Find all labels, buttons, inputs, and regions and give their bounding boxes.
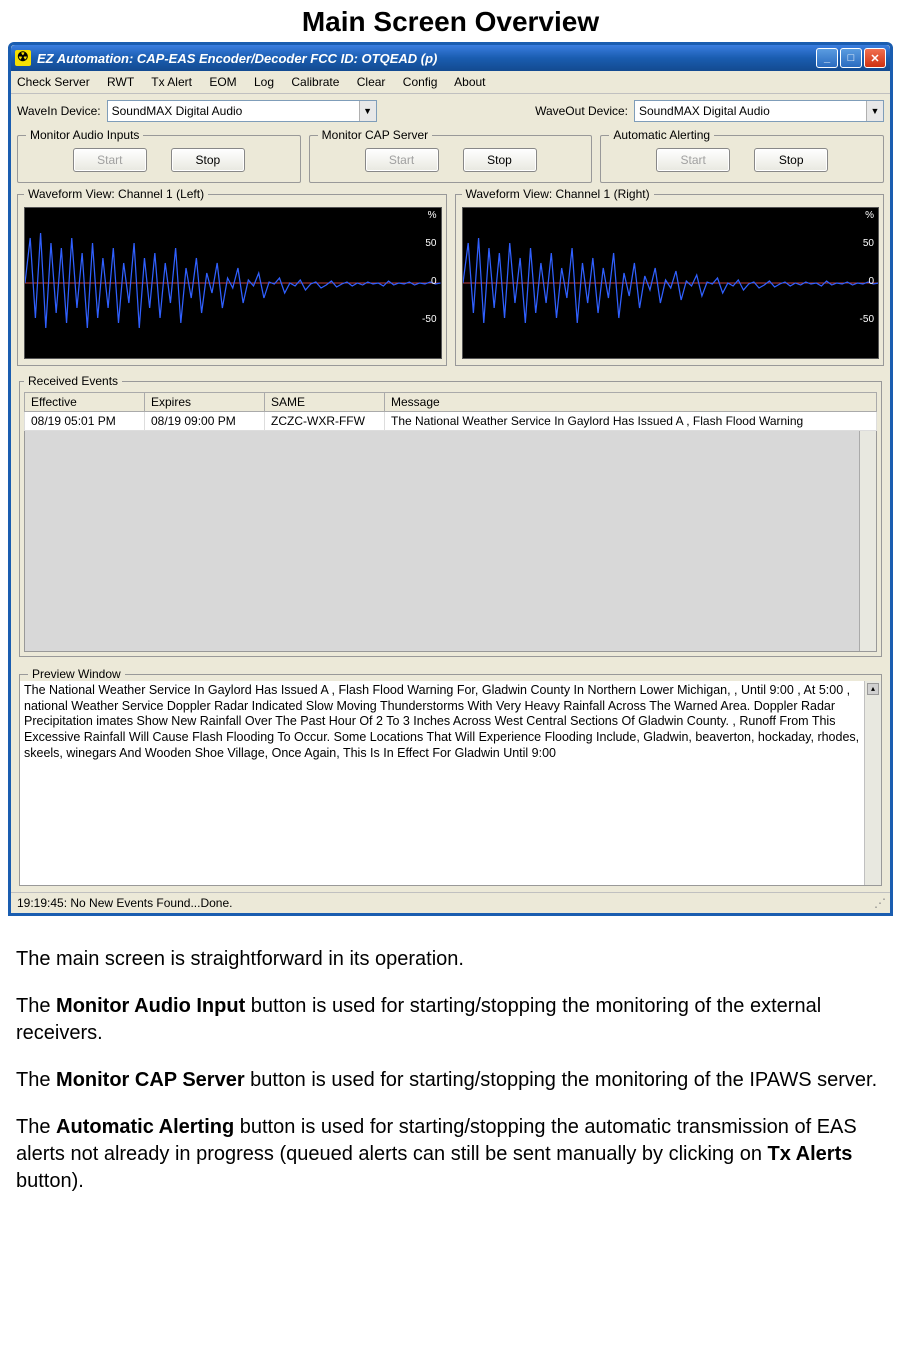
tick-zero: 0: [431, 276, 437, 287]
app-icon: [15, 50, 31, 66]
tick-p50: 50: [863, 238, 874, 249]
cap-start-button[interactable]: Start: [365, 148, 439, 172]
close-button[interactable]: ✕: [864, 48, 886, 68]
tick-m50: -50: [860, 314, 874, 325]
dropdown-arrow-icon: ▼: [359, 101, 376, 121]
menu-rwt[interactable]: RWT: [107, 75, 134, 89]
received-events-group: Received Events Effective Expires SAME M…: [19, 374, 882, 657]
col-expires[interactable]: Expires: [145, 393, 265, 412]
app-window: EZ Automation: CAP-EAS Encoder/Decoder F…: [8, 42, 893, 916]
audio-start-button[interactable]: Start: [73, 148, 147, 172]
titlebar[interactable]: EZ Automation: CAP-EAS Encoder/Decoder F…: [11, 45, 890, 71]
scroll-up-icon[interactable]: ▴: [867, 683, 879, 695]
status-bar: 19:19:45: No New Events Found...Done. ⋰: [11, 892, 890, 913]
waveform-right-group: Waveform View: Channel 1 (Right) % 50 0 …: [455, 187, 885, 366]
tick-pct: %: [865, 210, 874, 221]
page-heading: Main Screen Overview: [0, 6, 901, 38]
cell-same: ZCZC-WXR-FFW: [265, 412, 385, 431]
waveout-select[interactable]: SoundMAX Digital Audio ▼: [634, 100, 884, 122]
audio-stop-button[interactable]: Stop: [171, 148, 245, 172]
menu-calibrate[interactable]: Calibrate: [291, 75, 339, 89]
waveform-left-legend: Waveform View: Channel 1 (Left): [24, 187, 208, 201]
col-message[interactable]: Message: [385, 393, 877, 412]
cell-message: The National Weather Service In Gaylord …: [385, 412, 877, 431]
preview-content: The National Weather Service In Gaylord …: [24, 683, 859, 760]
description-text: The main screen is straightforward in it…: [16, 946, 885, 1195]
waveform-left-group: Waveform View: Channel 1 (Left) % 50 0 -…: [17, 187, 447, 366]
tick-m50: -50: [422, 314, 436, 325]
menu-check-server[interactable]: Check Server: [17, 75, 90, 89]
menu-config[interactable]: Config: [403, 75, 438, 89]
tick-zero: 0: [868, 276, 874, 287]
minimize-button[interactable]: _: [816, 48, 838, 68]
menu-bar: Check Server RWT Tx Alert EOM Log Calibr…: [11, 71, 890, 94]
tick-pct: %: [428, 210, 437, 221]
auto-stop-button[interactable]: Stop: [754, 148, 828, 172]
waveout-value: SoundMAX Digital Audio: [639, 104, 770, 118]
received-events-legend: Received Events: [24, 374, 122, 388]
events-empty-area: [24, 431, 877, 652]
table-row[interactable]: 08/19 05:01 PM 08/19 09:00 PM ZCZC-WXR-F…: [25, 412, 877, 431]
cell-effective: 08/19 05:01 PM: [25, 412, 145, 431]
monitor-cap-legend: Monitor CAP Server: [318, 128, 432, 142]
col-same[interactable]: SAME: [265, 393, 385, 412]
preview-legend: Preview Window: [28, 667, 125, 681]
dropdown-arrow-icon: ▼: [866, 101, 883, 121]
wavein-label: WaveIn Device:: [17, 104, 101, 118]
maximize-button[interactable]: □: [840, 48, 862, 68]
para-3: The Monitor CAP Server button is used fo…: [16, 1067, 885, 1094]
wavein-select[interactable]: SoundMAX Digital Audio ▼: [107, 100, 377, 122]
menu-eom[interactable]: EOM: [209, 75, 236, 89]
menu-clear[interactable]: Clear: [357, 75, 386, 89]
auto-start-button[interactable]: Start: [656, 148, 730, 172]
tick-p50: 50: [425, 238, 436, 249]
monitor-audio-legend: Monitor Audio Inputs: [26, 128, 143, 142]
para-1: The main screen is straightforward in it…: [16, 946, 885, 973]
window-title: EZ Automation: CAP-EAS Encoder/Decoder F…: [37, 51, 437, 66]
menu-log[interactable]: Log: [254, 75, 274, 89]
resize-grip-icon[interactable]: ⋰: [874, 896, 884, 910]
monitor-audio-group: Monitor Audio Inputs Start Stop: [17, 128, 301, 183]
preview-textarea[interactable]: The National Weather Service In Gaylord …: [20, 681, 881, 885]
waveform-right-legend: Waveform View: Channel 1 (Right): [462, 187, 654, 201]
monitor-cap-group: Monitor CAP Server Start Stop: [309, 128, 593, 183]
wavein-value: SoundMAX Digital Audio: [112, 104, 243, 118]
waveout-label: WaveOut Device:: [535, 104, 628, 118]
automatic-alerting-legend: Automatic Alerting: [609, 128, 714, 142]
waveform-left: % 50 0 -50: [24, 207, 442, 359]
para-2: The Monitor Audio Input button is used f…: [16, 993, 885, 1047]
menu-tx-alert[interactable]: Tx Alert: [151, 75, 192, 89]
para-4: The Automatic Alerting button is used fo…: [16, 1114, 885, 1195]
cap-stop-button[interactable]: Stop: [463, 148, 537, 172]
preview-window-group: Preview Window The National Weather Serv…: [19, 667, 882, 886]
col-effective[interactable]: Effective: [25, 393, 145, 412]
scrollbar[interactable]: ▴: [864, 681, 881, 885]
menu-about[interactable]: About: [454, 75, 485, 89]
waveform-right: % 50 0 -50: [462, 207, 880, 359]
table-header-row: Effective Expires SAME Message: [25, 393, 877, 412]
events-table: Effective Expires SAME Message 08/19 05:…: [24, 392, 877, 431]
automatic-alerting-group: Automatic Alerting Start Stop: [600, 128, 884, 183]
cell-expires: 08/19 09:00 PM: [145, 412, 265, 431]
status-text: 19:19:45: No New Events Found...Done.: [17, 896, 232, 910]
